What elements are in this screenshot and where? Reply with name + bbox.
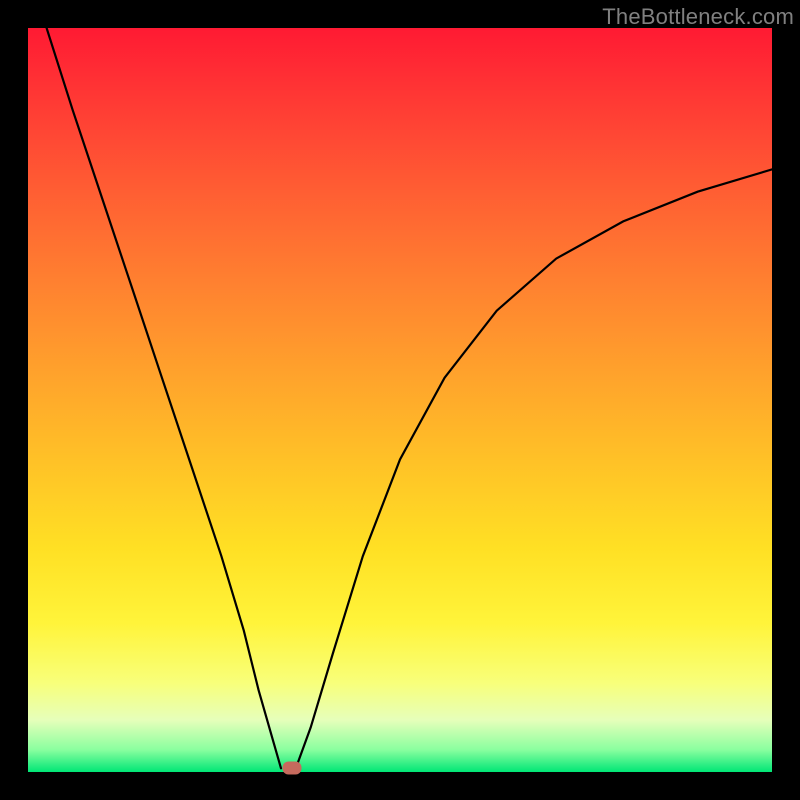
minimum-marker [283,762,302,775]
watermark-text: TheBottleneck.com [602,4,794,30]
chart-frame: TheBottleneck.com [0,0,800,800]
left-branch-line [47,28,281,768]
plot-area [28,28,772,772]
curve-layer [28,28,772,772]
right-branch-line [296,169,772,768]
